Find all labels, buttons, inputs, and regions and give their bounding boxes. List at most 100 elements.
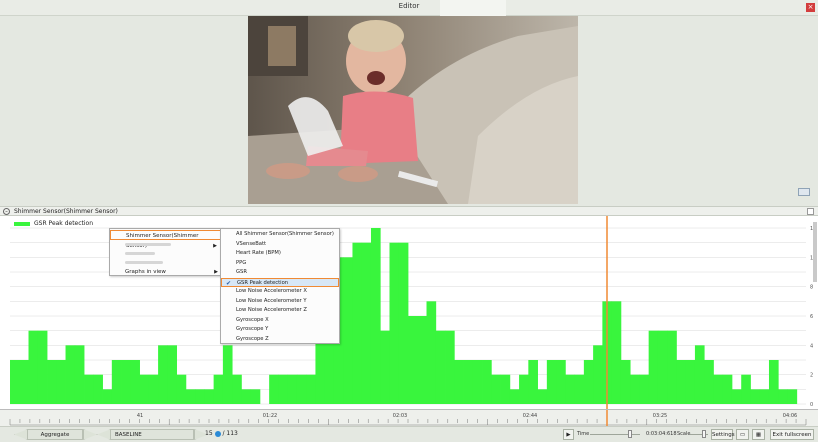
chart-bar <box>278 374 289 404</box>
chart-bar <box>148 374 159 404</box>
play-icon[interactable]: ▶ <box>563 429 574 440</box>
chart-bar <box>454 360 464 404</box>
x-tick-label: 02:03 <box>393 413 407 419</box>
submenu-item-gyro-x[interactable]: Gyroscope X <box>221 316 339 325</box>
submenu-item-vsensebatt[interactable]: VSenseBatt <box>221 240 339 249</box>
monitor-icon[interactable]: ▭ <box>736 429 749 440</box>
chart-bar <box>768 360 779 404</box>
time-slider[interactable] <box>590 434 640 435</box>
chart-bar <box>389 242 400 404</box>
y-tick-label: 4 <box>810 343 813 349</box>
panel-maximize-button[interactable] <box>807 208 814 215</box>
submenu-item-gyro-y[interactable]: Gyroscope Y <box>221 325 339 334</box>
chart-bar <box>222 345 233 404</box>
redacted-text <box>125 252 155 255</box>
chart-bar <box>463 360 474 404</box>
redacted-text <box>125 243 171 246</box>
context-menu-item-sensor[interactable]: Shimmer Sensor(Shimmer Sensor) ▶ <box>110 230 222 249</box>
film-icon[interactable]: ▦ <box>752 429 765 440</box>
previous-aggregate-button[interactable] <box>14 429 28 440</box>
chart-bar <box>722 374 733 404</box>
y-tick-label: 8 <box>810 285 813 291</box>
baseline-dropdown[interactable]: BASELINE <box>110 429 194 440</box>
segment-counter: 15 / 113 <box>205 430 238 437</box>
context-menu: Shimmer Sensor(Shimmer Sensor) ▶ Graphs … <box>109 228 223 276</box>
submenu-item-all[interactable]: All Shimmer Sensor(Shimmer Sensor) <box>221 230 339 239</box>
submenu-item-gsr[interactable]: GSR <box>221 268 339 277</box>
chart-bar <box>630 374 640 404</box>
submenu-item-gsr-peak-detection[interactable]: ✔ GSR Peak detection <box>221 277 339 287</box>
scale-slider-knob[interactable] <box>702 430 706 438</box>
y-tick-label: 6 <box>810 314 813 320</box>
chart-bar <box>648 330 659 404</box>
chart-bar <box>435 330 446 404</box>
submenu-item-label: Low Noise Accelerometer X <box>236 288 307 294</box>
context-menu-item-label: Graphs in view <box>125 269 166 275</box>
submenu-item-gyro-z[interactable]: Gyroscope Z <box>221 335 339 344</box>
exit-fullscreen-button[interactable]: Exit fullscreen <box>770 429 814 440</box>
submenu-item-heart-rate[interactable]: Heart Rate (BPM) <box>221 249 339 258</box>
bottom-toolbar: Aggregate BASELINE 15 / 113 ▶ Time 0:03:… <box>0 426 818 442</box>
chart-bar <box>491 374 501 404</box>
chart-bar <box>130 360 140 404</box>
x-tick-label: 04:06 <box>783 413 797 419</box>
submenu-item-ppg[interactable]: PPG <box>221 259 339 268</box>
chart-bar <box>241 389 252 404</box>
chart-bar <box>204 389 215 404</box>
chart-bar <box>426 301 437 404</box>
chart-bar <box>139 374 150 404</box>
chart-bar <box>111 360 122 404</box>
aggregate-button[interactable]: Aggregate <box>27 429 83 440</box>
chart-bar <box>676 360 687 404</box>
time-slider-knob[interactable] <box>628 430 632 438</box>
chart-bar <box>445 330 455 404</box>
video-resize-button[interactable] <box>798 188 810 196</box>
chart-bar <box>102 389 113 404</box>
submenu-item-label: VSenseBatt <box>236 240 267 247</box>
chart-bar <box>352 242 363 404</box>
chart-bar <box>639 374 650 404</box>
chart-bar <box>361 242 372 404</box>
timeline-ruler[interactable]: 41 01:22 02:03 02:44 03:25 04:06 <box>0 409 818 426</box>
submenu-item-label: Heart Rate (BPM) <box>236 250 281 256</box>
submenu-item-accel-y[interactable]: Low Noise Accelerometer Y <box>221 297 339 306</box>
close-icon[interactable]: × <box>806 3 815 12</box>
submenu-item-label: Low Noise Accelerometer Z <box>236 307 307 313</box>
chart-bar <box>611 301 622 404</box>
submenu-item-label: All Shimmer Sensor(Shimmer Sensor) <box>236 231 334 237</box>
legend-swatch <box>14 221 30 226</box>
chart-bar <box>694 345 705 404</box>
video-player[interactable] <box>248 16 578 204</box>
chart-scrollbar[interactable] <box>813 222 817 282</box>
context-menu-item-graphs-in-view[interactable]: Graphs in view ▶ <box>110 267 222 277</box>
sensor-panel-header: – Shimmer Sensor(Shimmer Sensor) <box>0 206 818 216</box>
submenu-item-accel-x[interactable]: Low Noise Accelerometer X <box>221 287 339 296</box>
chart-bar <box>741 374 751 404</box>
chart-bar <box>306 374 316 404</box>
chart-bar <box>185 389 196 404</box>
counter-total: / 113 <box>222 430 238 437</box>
y-tick-label: 0 <box>810 402 813 408</box>
chart-bar <box>287 374 298 404</box>
x-tick-label: 02:44 <box>523 413 537 419</box>
collapse-icon[interactable]: – <box>3 208 10 215</box>
chart-bar <box>417 316 427 404</box>
time-label: Time <box>577 431 590 437</box>
x-tick-label: 01:22 <box>263 413 277 419</box>
chart-bar <box>537 389 548 404</box>
chart-bar <box>269 374 279 404</box>
chart-bar <box>593 345 603 404</box>
editor-window: Editor × – Shimmer Sensor(Shimmer Sensor… <box>0 0 818 442</box>
chart-bar <box>56 360 66 404</box>
chart-bar <box>556 360 566 404</box>
submenu-item-accel-z[interactable]: Low Noise Accelerometer Z <box>221 306 339 315</box>
video-area <box>0 16 818 206</box>
settings-button[interactable]: Settings <box>711 429 735 440</box>
chart-bar <box>167 345 178 404</box>
previous-baseline-button[interactable] <box>97 429 111 440</box>
chart-bar <box>750 389 761 404</box>
chart-bar <box>620 360 631 404</box>
next-aggregate-button[interactable] <box>83 429 97 440</box>
x-tick-label: 41 <box>137 413 143 419</box>
chart-bar <box>528 360 538 404</box>
